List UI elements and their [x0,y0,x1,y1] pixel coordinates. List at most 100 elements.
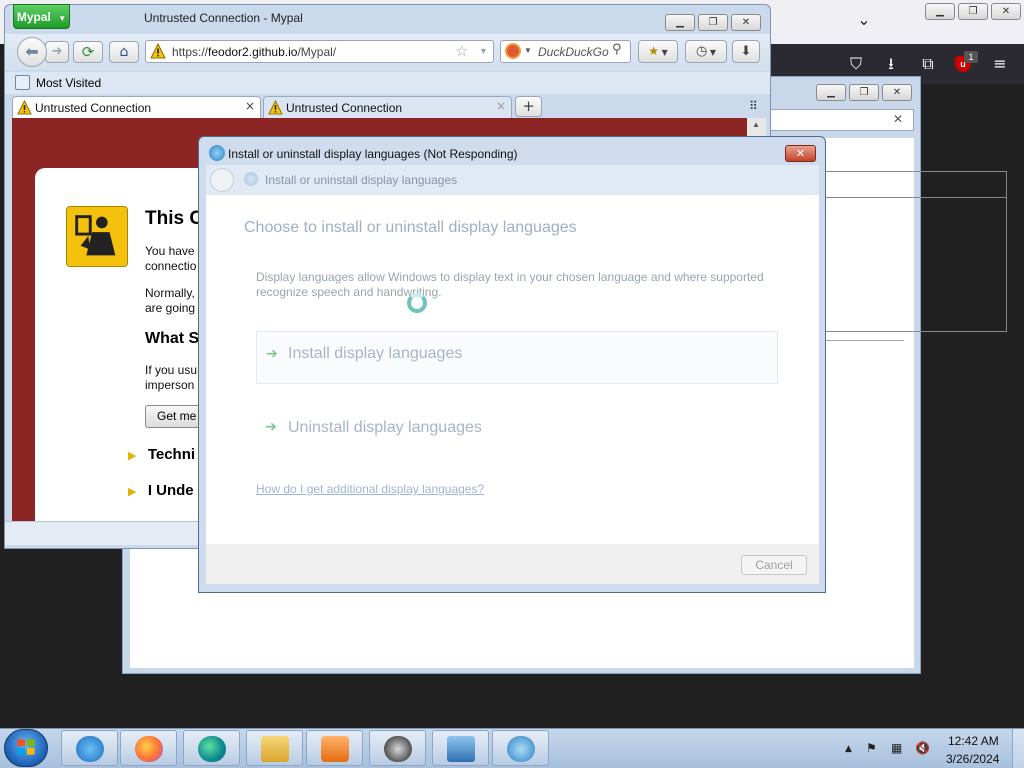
warning-icon [17,100,32,115]
history-button[interactable]: ◷ ▼ [685,40,727,63]
help-link[interactable]: How do I get additional display language… [256,482,484,496]
expander-label: Techni [147,446,196,463]
url-prefix: https:// [172,45,209,59]
uninstall-languages-option[interactable]: ➔ Uninstall display languages [256,409,778,449]
dialog-footer [206,544,819,584]
restore-button[interactable]: ❐ [698,14,728,31]
technical-details-expander[interactable]: ▶ Techni [128,446,195,463]
dialog-close-button[interactable]: ✕ [785,145,816,162]
expander-label: I Unde [147,482,194,499]
forward-button[interactable]: ➜ [45,41,69,63]
scroll-up-icon[interactable]: ▲ [752,120,760,129]
back-button[interactable]: ⬅ [17,37,47,67]
text-line: You have [145,244,195,258]
duckduckgo-icon[interactable] [505,43,521,59]
search-input[interactable] [760,109,914,131]
dropdown-arrow-icon: ▼ [659,48,668,57]
error-paragraph-1: You have connectio [145,244,196,274]
close-button[interactable]: ✕ [882,84,912,101]
bookmark-star-icon[interactable]: ☆ [455,42,468,60]
dropdown-arrow-icon: ▼ [707,48,717,57]
tab-grid-icon[interactable]: ⠿ [749,99,758,113]
action-center-flag-icon[interactable]: ⚑ [866,741,877,755]
reload-button[interactable]: ⟳ [73,41,103,63]
bookmark-most-visited[interactable]: Most Visited [36,76,101,90]
menu-icon[interactable]: ≡ [990,54,1010,74]
warning-icon[interactable] [150,43,166,59]
close-button[interactable]: ✕ [991,3,1021,20]
taskbar-language-settings[interactable] [492,730,549,766]
app-button-label: Mypal [16,10,51,24]
get-me-out-button[interactable]: Get me [145,405,205,428]
minimize-button[interactable]: ▁ [816,84,846,101]
network-icon[interactable]: ▦ [891,741,902,755]
taskbar-raccoon-app[interactable] [369,730,426,766]
restore-button[interactable]: ❐ [958,3,988,20]
extensions-icon[interactable]: ⧉ [918,54,938,74]
dialog-title: Install or uninstall display languages (… [228,147,518,161]
download-button[interactable]: ⬇ [732,40,760,63]
download-icon: ⬇ [740,44,752,59]
back-button[interactable] [210,168,234,192]
minimize-button[interactable]: ▁ [665,14,695,31]
tab-untrusted-connection-2[interactable]: Untrusted Connection × [263,96,512,118]
dialog-heading: Choose to install or uninstall display l… [244,219,577,236]
install-languages-option[interactable]: ➔ Install display languages [256,331,778,384]
close-tab-icon[interactable]: × [245,99,255,113]
url-path: /Mypal/ [297,45,337,59]
text-line: connectio [145,259,197,273]
taskbar-control-panel[interactable] [432,730,489,766]
volume-muted-icon[interactable]: 🔇 [915,741,930,755]
error-paragraph-2: Normally, are going [145,286,195,316]
clock-time[interactable]: 12:42 AM [948,734,999,748]
download-icon[interactable]: ⭳ [881,54,901,74]
bookmarks-button[interactable]: ★ ▼ [638,40,678,63]
firefox-icon [135,736,163,762]
busy-spinner-icon [407,293,427,313]
dialog-description: Display languages allow Windows to displ… [256,270,776,300]
restore-button[interactable]: ❐ [849,84,879,101]
close-tab-icon[interactable]: × [496,99,506,113]
search-icon[interactable]: ⚲ [612,42,622,57]
expand-triangle-icon: ▶ [128,486,137,498]
search-engine-dropdown-icon[interactable]: ▼ [524,46,532,55]
clear-icon[interactable]: ✕ [893,112,907,126]
understand-risks-expander[interactable]: ▶ I Unde [128,482,194,499]
cancel-button[interactable]: Cancel [741,555,807,575]
search-placeholder: DuckDuckGo [538,45,609,59]
taskbar-file-explorer[interactable] [246,730,303,766]
warning-icon [268,100,283,115]
url-text: https://feodor2.github.io/Mypal/ [172,45,336,59]
taskbar-media-player[interactable] [306,730,363,766]
new-tab-button[interactable]: + [515,96,542,117]
security-officer-icon [66,206,128,267]
raccoon-icon [384,736,412,762]
chevron-down-icon[interactable]: ⌄ [854,10,874,30]
home-button[interactable]: ⌂ [109,41,139,63]
mypal-app-button[interactable]: Mypal ▼ [13,4,70,29]
clock-date[interactable]: 3/26/2024 [946,752,999,766]
taskbar-firefox[interactable] [120,730,177,766]
arrow-right-icon: ➔ [266,346,278,362]
edge-icon [198,736,226,762]
tray-overflow-icon[interactable]: ▲ [845,744,852,754]
history-icon: ◷ [695,44,708,59]
taskbar-edge[interactable] [183,730,240,766]
option-label: Uninstall display languages [288,419,482,436]
tab-label: Untrusted Connection [35,101,152,115]
text-line: recognize speech and handwriting. [256,285,442,299]
extension-badge: 1 [964,51,978,63]
text-line: Display languages allow Windows to displ… [256,270,764,284]
tab-untrusted-connection-1[interactable]: Untrusted Connection × [12,96,261,118]
window-title: Untrusted Connection - Mypal [144,11,303,25]
option-label: Install display languages [288,345,463,362]
minimize-button[interactable]: ▁ [925,3,955,20]
arrow-right-icon: ➔ [265,419,277,435]
shield-icon[interactable]: ⛉ [846,54,866,74]
taskbar-internet-explorer[interactable] [61,730,118,766]
show-desktop-button[interactable] [1012,729,1024,768]
content-panel [812,171,1007,332]
close-button[interactable]: ✕ [731,14,761,31]
start-button[interactable] [4,729,48,767]
url-dropdown-icon[interactable]: ▼ [479,46,488,56]
